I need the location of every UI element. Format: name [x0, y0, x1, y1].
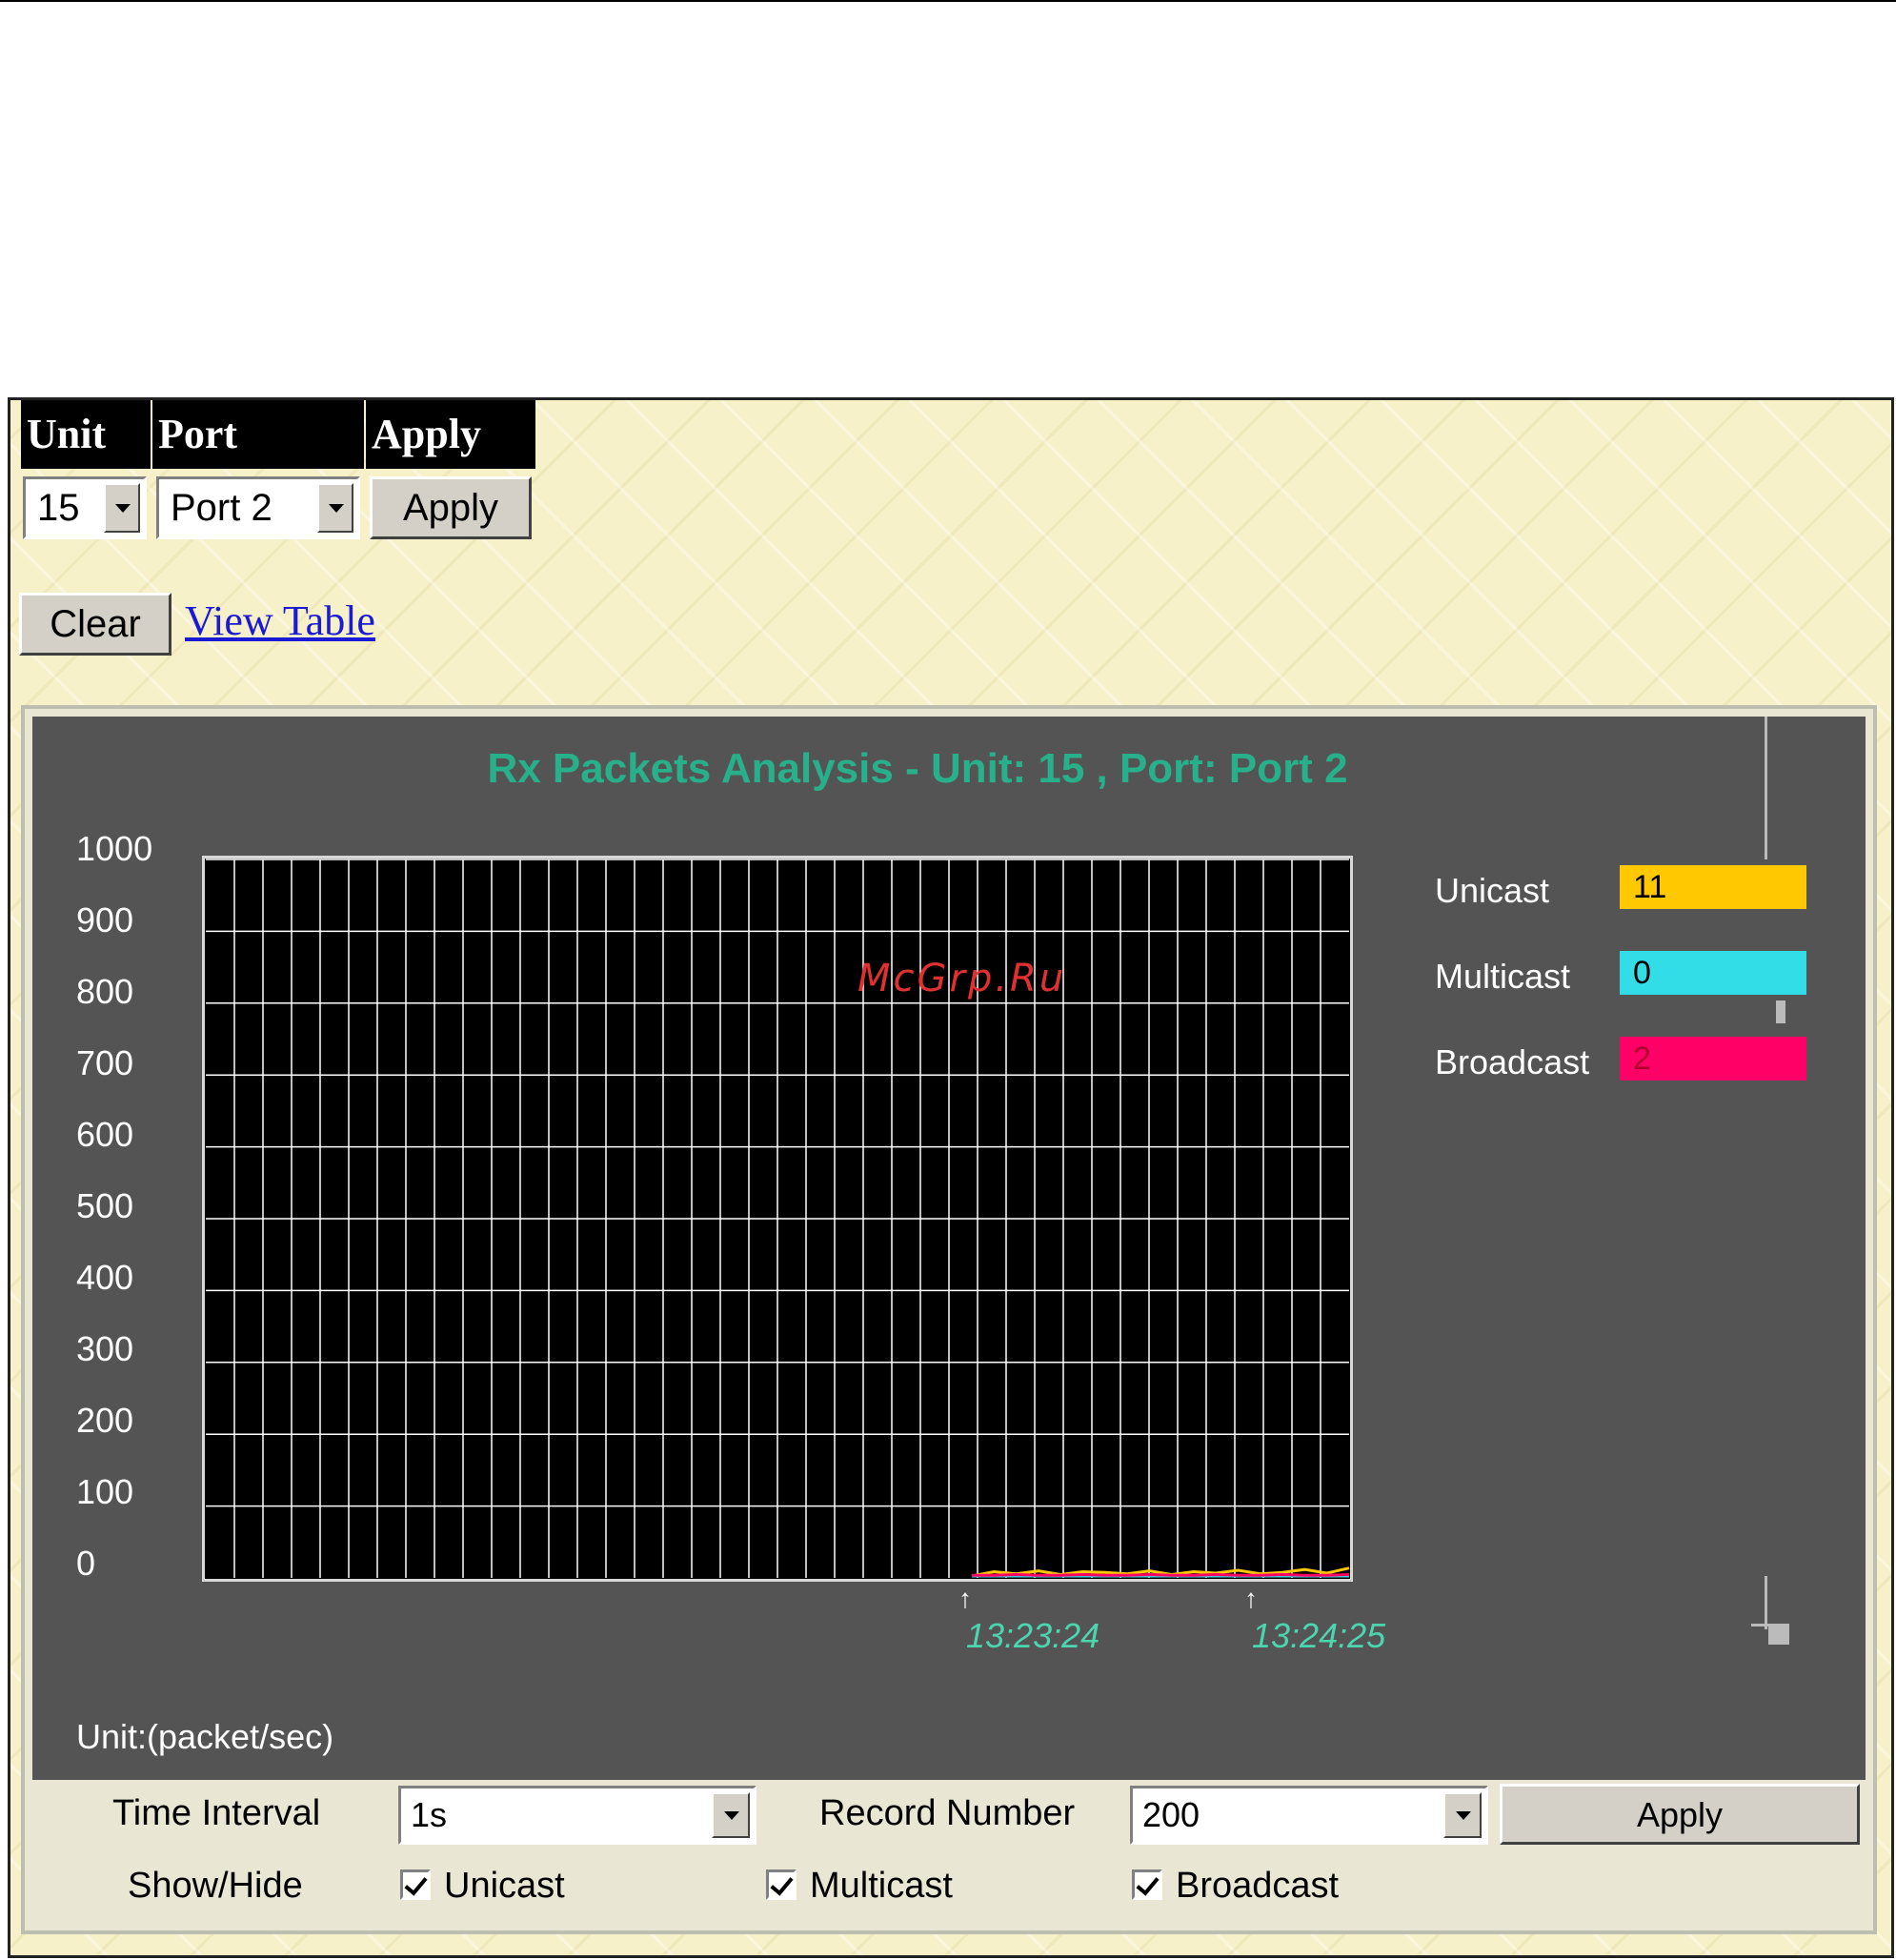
top-border-line [0, 0, 1896, 2]
legend-value-broadcast: 2 [1620, 1037, 1806, 1081]
broadcast-checkbox-label: Broadcast [1176, 1866, 1340, 1906]
unit-select[interactable]: 15 [23, 476, 147, 539]
x-tick-arrow-1: ↑ [958, 1584, 972, 1613]
port-header: Port [152, 400, 364, 469]
resize-handle[interactable] [1768, 1624, 1789, 1645]
unit-select-value: 15 [37, 487, 80, 529]
y-tick-label: 500 [76, 1186, 134, 1225]
port-select-value: Port 2 [171, 487, 272, 529]
x-tick-label-1: 13:23:24 [966, 1616, 1100, 1655]
legend-label-unicast: Unicast [1435, 871, 1550, 910]
y-tick-label: 400 [76, 1258, 134, 1297]
chevron-down-icon[interactable] [1443, 1792, 1482, 1838]
y-tick-label: 700 [76, 1043, 134, 1082]
resize-line [1765, 1576, 1767, 1629]
y-tick-label: 100 [76, 1472, 134, 1511]
time-interval-select[interactable]: 1s [398, 1786, 756, 1845]
apply-settings-button[interactable]: Apply [1500, 1784, 1860, 1845]
x-tick-label-2: 13:24:25 [1252, 1616, 1386, 1655]
legend-value-multicast: 0 [1620, 951, 1806, 995]
view-table-link[interactable]: View Table [185, 596, 375, 645]
chevron-down-icon[interactable] [712, 1792, 750, 1838]
y-tick-label: 800 [76, 972, 134, 1011]
time-interval-value: 1s [411, 1795, 448, 1834]
show-hide-label: Show/Hide [128, 1866, 303, 1906]
x-tick-arrow-2: ↑ [1244, 1584, 1258, 1613]
y-tick-label: 0 [76, 1544, 96, 1583]
y-tick-label: 900 [76, 900, 134, 940]
y-tick-label: 1000 [76, 829, 153, 868]
y-tick-label: 600 [76, 1115, 134, 1154]
multicast-checkbox-label: Multicast [810, 1866, 953, 1906]
legend-label-broadcast: Broadcast [1435, 1042, 1590, 1081]
broadcast-checkbox[interactable] [1132, 1869, 1162, 1900]
record-number-value: 200 [1142, 1795, 1200, 1834]
time-interval-label: Time Interval [112, 1793, 321, 1833]
chevron-down-icon[interactable] [317, 483, 353, 533]
watermark: McGrp.Ru [857, 957, 1067, 1000]
scroll-thumb[interactable] [1776, 1000, 1785, 1023]
record-number-label: Record Number [819, 1793, 1076, 1833]
series-line-broadcast [972, 1572, 1350, 1577]
apply-header: Apply [366, 400, 535, 469]
y-tick-label: 300 [76, 1329, 134, 1368]
unicast-checkbox[interactable] [400, 1869, 431, 1900]
legend-value-unicast: 11 [1620, 865, 1806, 909]
chart-title: Rx Packets Analysis - Unit: 15 , Port: P… [487, 745, 1348, 792]
unicast-checkbox-label: Unicast [444, 1866, 565, 1906]
y-tick-label: 200 [76, 1401, 134, 1440]
chevron-down-icon[interactable] [104, 483, 140, 533]
apply-button[interactable]: Apply [370, 476, 532, 539]
resize-line-horizontal [1751, 1624, 1770, 1627]
multicast-checkbox[interactable] [766, 1869, 797, 1900]
clear-button[interactable]: Clear [19, 593, 171, 656]
record-number-select[interactable]: 200 [1130, 1786, 1488, 1845]
plot-svg [206, 859, 1350, 1578]
scroll-track-line [1765, 717, 1767, 859]
port-select[interactable]: Port 2 [156, 476, 360, 539]
unit-header: Unit [21, 400, 151, 469]
unit-label: Unit:(packet/sec) [76, 1717, 334, 1756]
legend-label-multicast: Multicast [1435, 957, 1571, 996]
